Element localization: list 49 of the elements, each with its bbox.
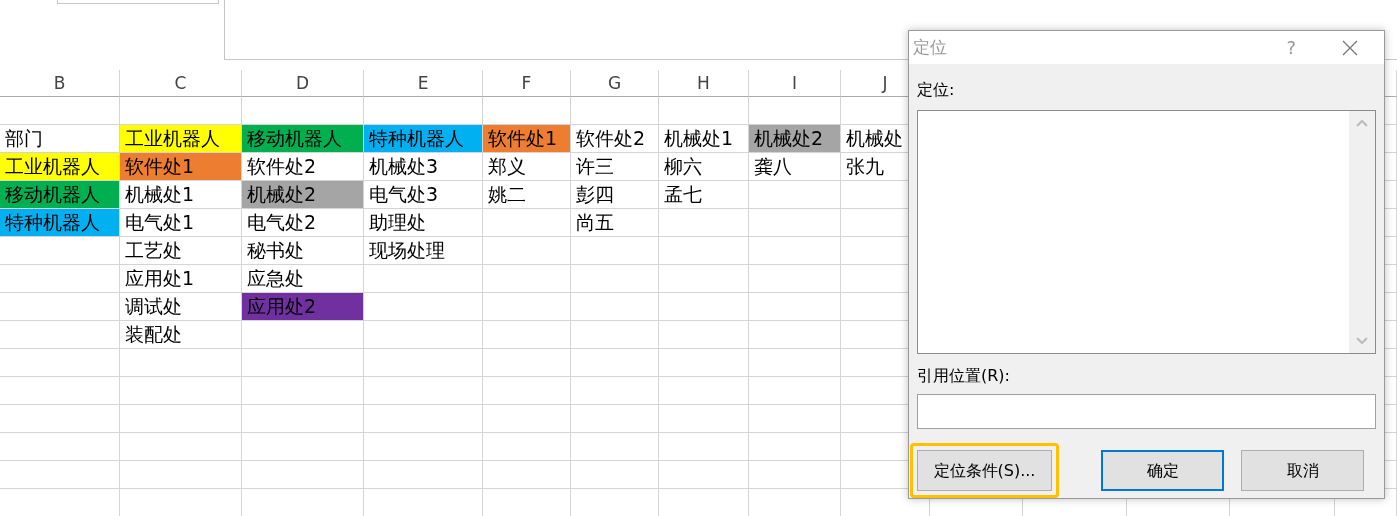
column-header[interactable]: H (659, 70, 749, 97)
table-cell: 孟七 (659, 181, 749, 209)
table-cell: 秘书处 (242, 237, 364, 265)
table-cell: 应用处1 (120, 265, 242, 293)
table-cell: 软件处1 (483, 125, 571, 153)
close-icon[interactable] (1342, 39, 1358, 56)
window-title: 定位 (913, 35, 947, 59)
dialog-button[interactable]: 确定 (1101, 450, 1224, 491)
table-cell: 机械处2 (749, 125, 841, 153)
dialog-button[interactable]: 取消 (1241, 450, 1364, 491)
table-cell: 助理处 (364, 209, 483, 237)
table-cell: 机械处2 (242, 181, 364, 209)
table-cell: 装配处 (120, 321, 242, 349)
column-header[interactable]: D (242, 70, 364, 97)
table-cell: 移动机器人 (242, 125, 364, 153)
table-cell: 移动机器人 (0, 181, 120, 209)
table-cell: 软件处1 (120, 153, 242, 181)
table-cell: 尚五 (571, 209, 659, 237)
table-cell: 特种机器人 (0, 209, 120, 237)
table-cell: 姚二 (483, 181, 571, 209)
scrollbar[interactable] (1349, 111, 1375, 353)
dialog-button[interactable]: 定位条件(S)... (917, 450, 1052, 491)
table-cell: 柳六 (659, 153, 749, 181)
table-cell: 龚八 (749, 153, 841, 181)
table-cell: 电气处1 (120, 209, 242, 237)
table-cell: 电气处3 (364, 181, 483, 209)
table-cell: 特种机器人 (364, 125, 483, 153)
column-header[interactable]: I (749, 70, 841, 97)
table-cell: 应用处2 (242, 293, 364, 321)
table-cell: 彭四 (571, 181, 659, 209)
table-cell: 电气处2 (242, 209, 364, 237)
table-cell: 工业机器人 (0, 153, 120, 181)
scroll-down-icon[interactable] (1356, 337, 1368, 345)
input-field[interactable] (917, 394, 1376, 429)
column-header[interactable]: E (364, 70, 483, 97)
list-box[interactable] (917, 110, 1376, 354)
column-header[interactable]: G (571, 70, 659, 97)
column-header[interactable]: C (120, 70, 242, 97)
table-cell: 机械处3 (364, 153, 483, 181)
table-cell: 现场处理 (364, 237, 483, 265)
table-cell: 工艺处 (120, 237, 242, 265)
table-cell: 软件处2 (571, 125, 659, 153)
column-header[interactable]: B (0, 70, 120, 97)
scroll-up-icon[interactable] (1356, 119, 1368, 127)
table-cell: 郑义 (483, 153, 571, 181)
field-label: 引用位置(R): (917, 365, 1010, 387)
column-header[interactable]: F (483, 70, 571, 97)
table-cell: 工业机器人 (120, 125, 242, 153)
table-cell: 许三 (571, 153, 659, 181)
